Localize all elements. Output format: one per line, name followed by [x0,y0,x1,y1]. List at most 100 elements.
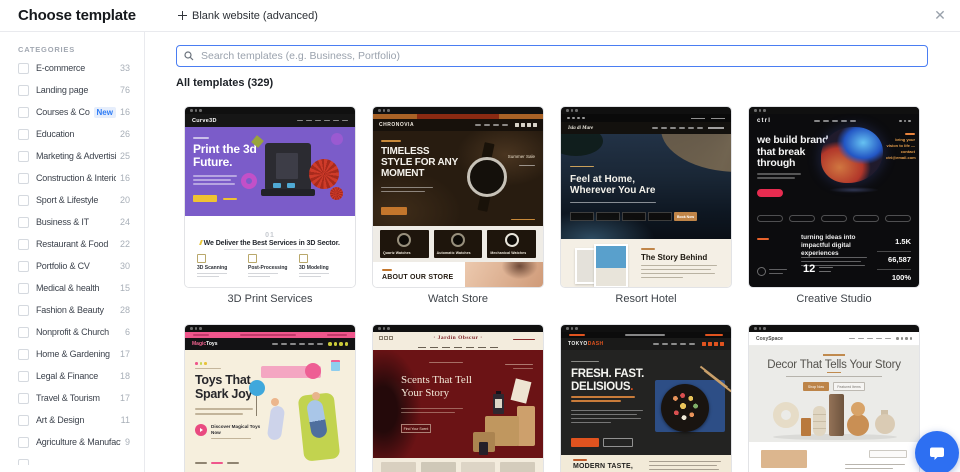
site-header: Jardin Obscur [373,332,543,350]
category-item-partial[interactable] [0,453,144,465]
category-checkbox[interactable] [18,63,29,74]
category-item[interactable]: Portfolio & CV30 [0,255,144,277]
category-caption: Mechanical Watches [490,251,526,255]
hero-cta-button [381,207,407,215]
category-item[interactable]: Restaurant & Food22 [0,233,144,255]
watch-thumb [505,233,519,247]
category-checkbox[interactable] [18,349,29,360]
perfume-bottle [493,394,504,414]
search-bar[interactable] [176,45,928,67]
balloon [249,380,265,396]
category-checkbox[interactable] [18,327,29,338]
template-card: CosySpace Decor That Tells Your Story Sh… [748,324,920,472]
template-thumbnail-watch-store[interactable]: CHRONOVIA TIMELESS STYLE FOR ANY MOMENT … [372,106,544,288]
category-label: Courses & Coaching [36,107,90,117]
hero-section: Feel at Home, Wherever You Are Book Now [561,134,731,239]
category-checkbox[interactable] [18,283,29,294]
category-item[interactable]: Courses & CoachingNew16 [0,101,144,123]
watch-image [467,157,507,197]
chat-button[interactable] [915,431,959,472]
category-item[interactable]: Home & Gardening17 [0,343,144,365]
category-count: 9 [121,437,130,447]
social-icons [700,342,724,346]
category-count: 6 [121,327,130,337]
category-item[interactable]: Legal & Finance18 [0,365,144,387]
category-checkbox[interactable] [18,371,29,382]
category-checkbox[interactable] [18,437,29,448]
close-icon[interactable]: ✕ [930,5,950,25]
hero-section: Toys That Spark Joy Discover Magical Toy… [185,350,355,472]
topbar [561,114,731,122]
hero-headline: Feel at Home, Wherever You Are [570,174,682,196]
category-checkbox[interactable] [18,107,29,118]
category-checkbox[interactable] [18,261,29,272]
category-checkbox[interactable] [18,129,29,140]
template-thumbnail-sushi[interactable]: TOKYODASH FRESH. FAST.DELISIOUS. [560,324,732,472]
category-count: 24 [116,217,130,227]
hero-section: TIMELESS STYLE FOR ANY MOMENT Summer Sal… [373,131,543,226]
category-label: Nonprofit & Church [36,327,109,337]
torus-shape [241,173,257,189]
about-section: ABOUT OUR STORE [373,262,543,288]
category-label: Fashion & Beauty [36,305,104,315]
category-item[interactable]: Landing page76 [0,79,144,101]
category-count: 26 [116,129,130,139]
category-item[interactable]: Medical & health15 [0,277,144,299]
category-count: 17 [116,393,130,403]
hero-cta-button [757,189,783,197]
category-item[interactable]: Marketing & Advertising25 [0,145,144,167]
category-checkbox[interactable] [18,305,29,316]
category-item[interactable]: Sport & Lifestyle20 [0,189,144,211]
browser-bar [561,325,731,332]
pink-circle-shape [305,363,321,379]
category-checkbox[interactable] [18,217,29,228]
category-checkbox[interactable] [18,415,29,426]
category-item[interactable]: E-commerce33 [0,57,144,79]
category-item[interactable]: Business & IT 24 [0,211,144,233]
category-checkbox[interactable] [18,173,29,184]
category-checkbox[interactable] [18,393,29,404]
category-checkbox[interactable] [18,239,29,250]
search-input[interactable] [199,49,920,63]
section-heading: MODERN TASTE, [573,463,633,470]
secondary-button [603,438,633,447]
category-item[interactable]: Travel & Tourism17 [0,387,144,409]
social-icons [513,123,537,127]
template-thumbnail-toys[interactable]: MagicToys Toys That Spark Joy Discover M… [184,324,356,472]
kid-figure [267,405,286,441]
category-label: Agriculture & Manufacturing [36,437,121,447]
hero-cta-button [193,195,217,202]
perfume-bottle-small [479,442,488,455]
category-item[interactable]: Fashion & Beauty28 [0,299,144,321]
template-thumbnail-creative-studio[interactable]: ctrl we build brands that break through … [748,106,920,288]
wavy-vase [813,406,826,436]
category-item[interactable]: Nonprofit & Church 6 [0,321,144,343]
template-thumbnail-decor[interactable]: CosySpace Decor That Tells Your Story Sh… [748,324,920,472]
sort-dropdown [869,450,907,458]
template-thumbnail-3d-print[interactable]: Curve3D Print the 3d Future. [184,106,356,288]
categories-list: E-commerce33Landing page76Courses & Coac… [0,57,144,465]
category-item[interactable]: Education26 [0,123,144,145]
category-item[interactable]: Agriculture & Manufacturing9 [0,431,144,453]
category-checkbox[interactable] [18,151,29,162]
category-checkbox[interactable] [18,195,29,206]
small-cylinder-vase [801,418,811,436]
category-checkbox[interactable] [18,459,29,466]
category-label: Home & Gardening [36,349,110,359]
watch-thumb [451,233,465,247]
template-card: Curve3D Print the 3d Future. [184,106,356,306]
tan-cylinder [517,406,535,446]
template-title: 3D Print Services [184,293,356,306]
category-label: Business & IT [36,217,89,227]
social-icons [328,342,348,346]
blank-website-button[interactable]: Blank website (advanced) [178,0,318,31]
template-thumbnail-perfume[interactable]: Jardin Obscur Scents That Tell Your Stor… [372,324,544,472]
about-section: MODERN TASTE, [561,455,731,472]
category-item[interactable]: Art & Design11 [0,409,144,431]
category-item[interactable]: Construction & Interior16 [0,167,144,189]
template-thumbnail-resort-hotel[interactable]: Isla di Mare Feel at Home, Wherever You … [560,106,732,288]
categories-sidebar: CATEGORIES E-commerce33Landing page76Cou… [0,31,144,465]
category-checkbox[interactable] [18,85,29,96]
plus-icon [178,11,187,20]
site-logo: CosySpace [756,336,783,342]
